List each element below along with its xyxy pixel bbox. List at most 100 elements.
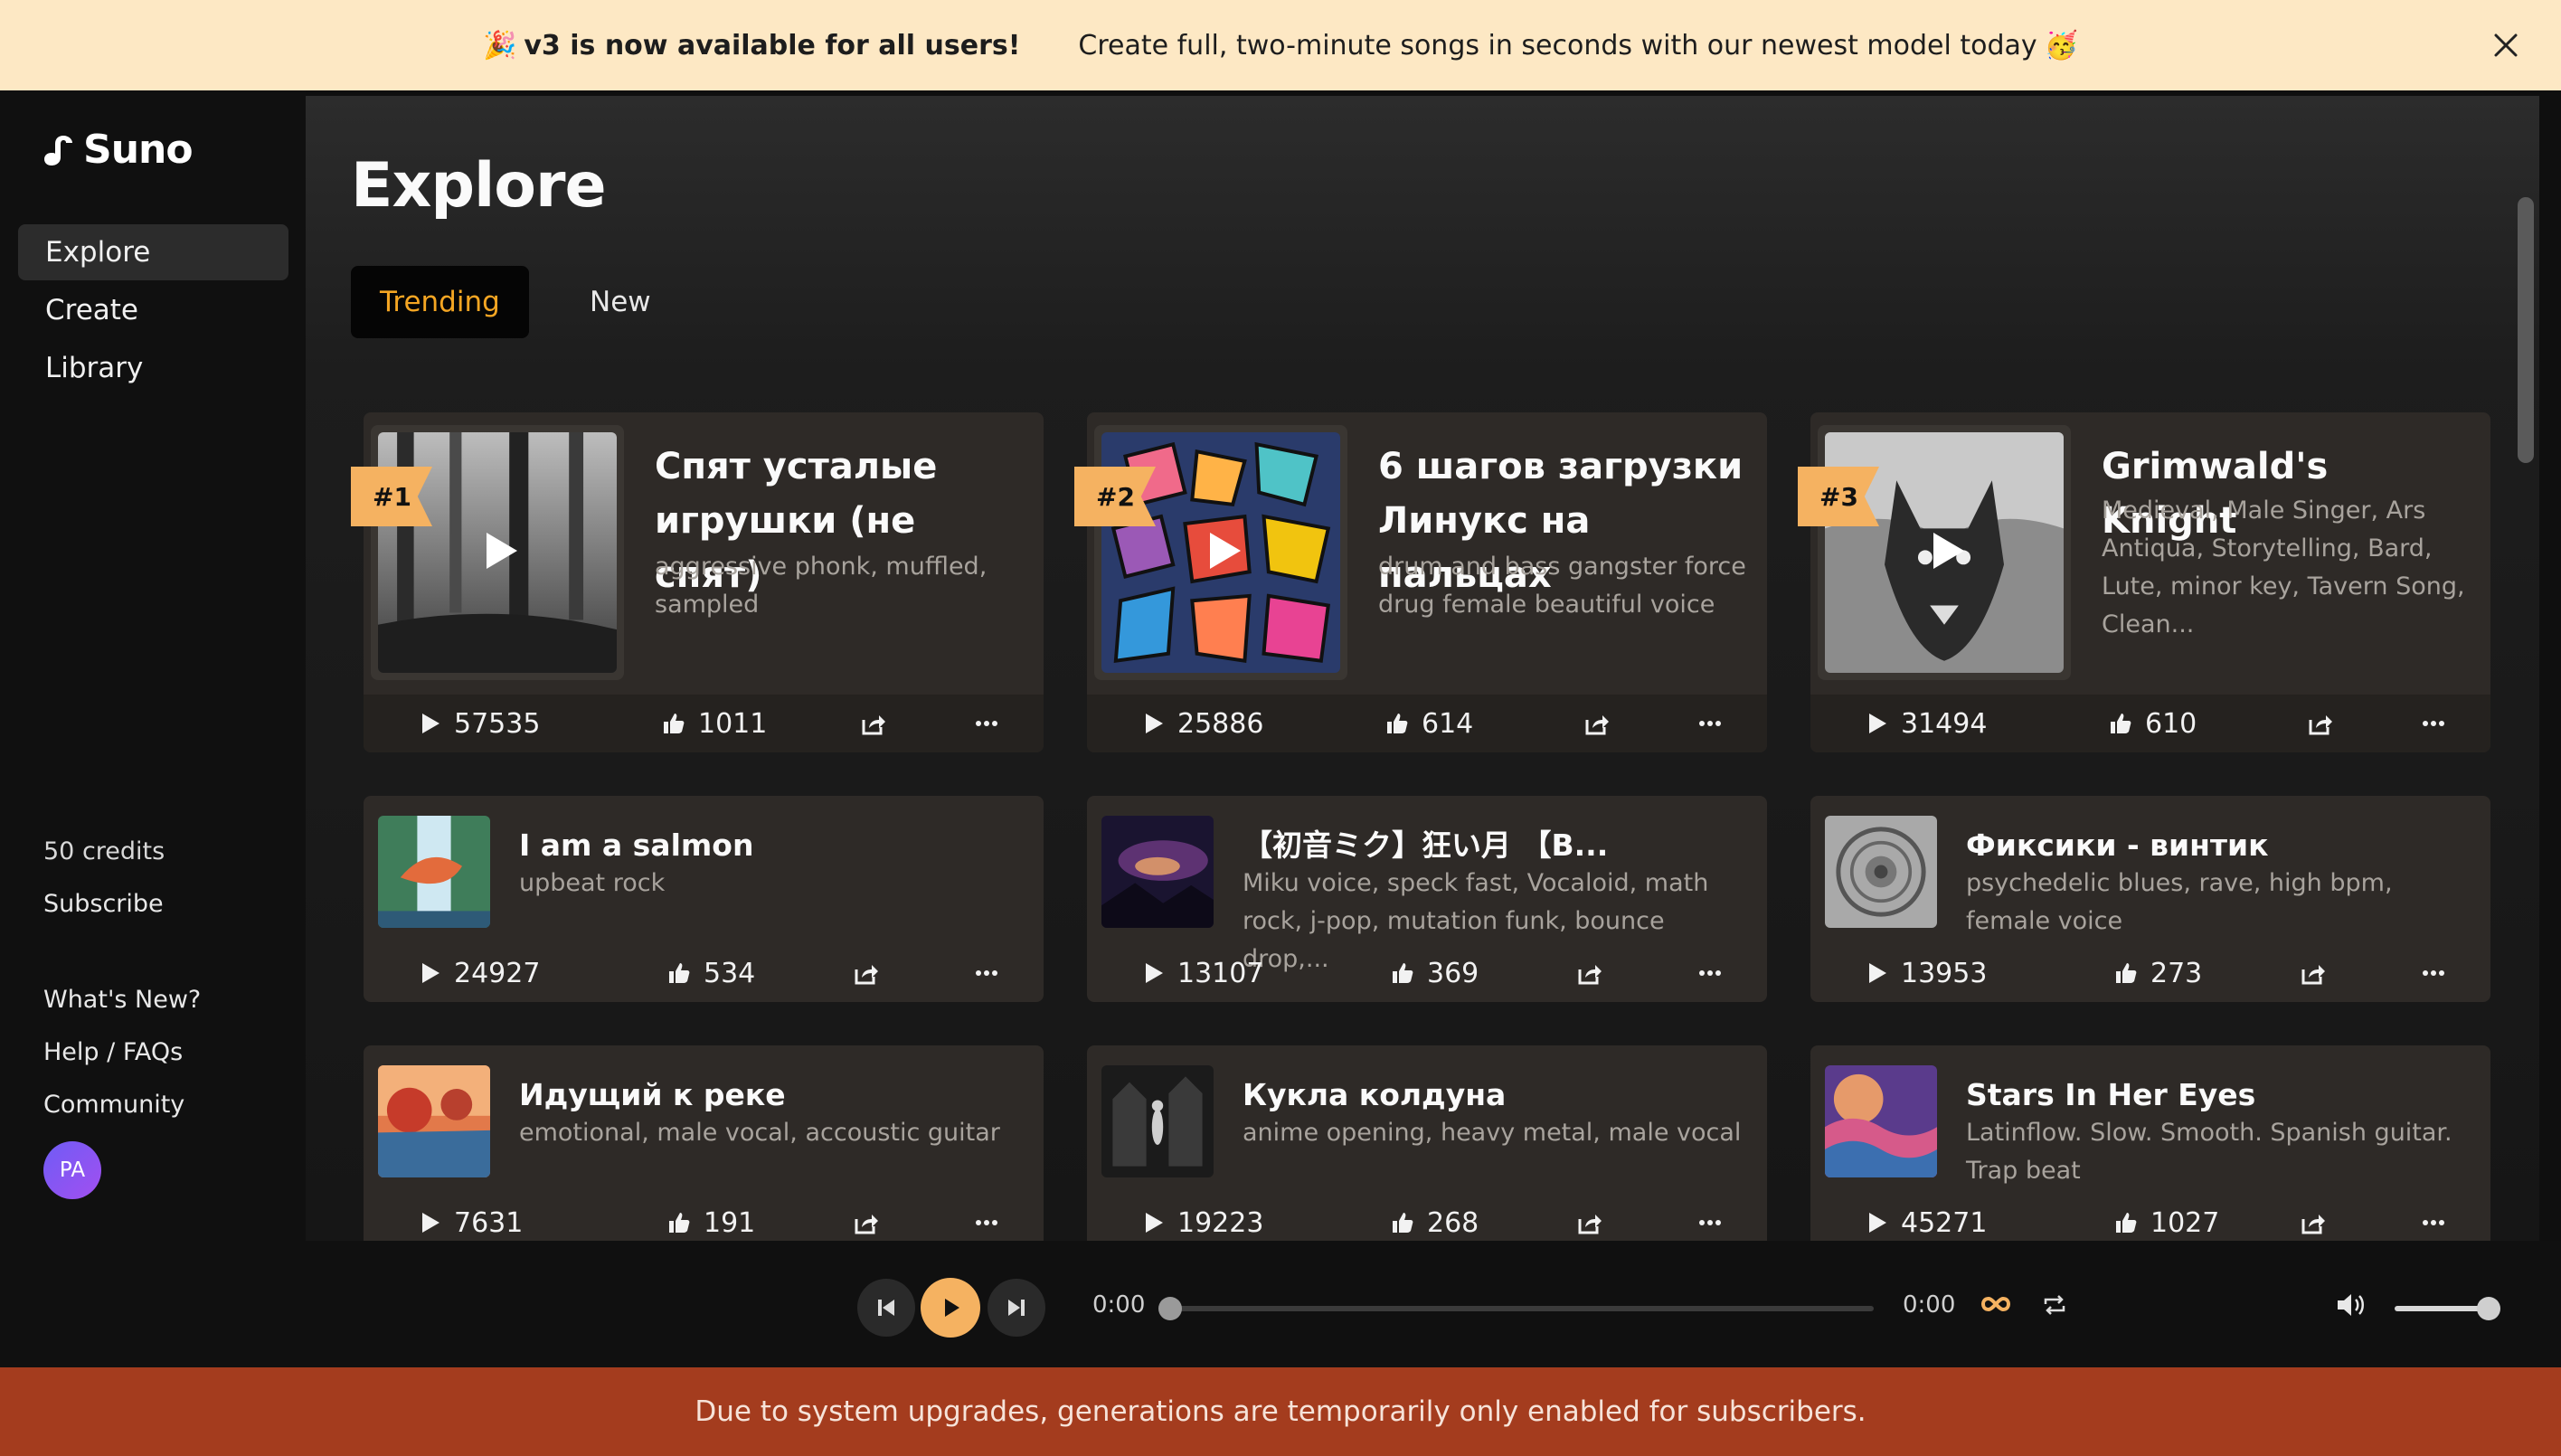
featured-song-card[interactable]: #2 6 шагов загрузки Линукс на пальцах drum… xyxy=(1074,412,1767,752)
volume-knob[interactable] xyxy=(2477,1297,2500,1320)
share-button[interactable] xyxy=(1577,961,1615,985)
subscribe-link[interactable]: Subscribe xyxy=(43,890,164,918)
party-emoji: 🎉 xyxy=(483,29,517,61)
more-options-button[interactable] xyxy=(2422,969,2458,977)
sidebar-item-explore[interactable]: Explore xyxy=(18,224,288,280)
close-announcement-button[interactable] xyxy=(2483,23,2528,68)
sidebar-item-library[interactable]: Library xyxy=(18,340,288,396)
play-count[interactable]: 13953 xyxy=(1866,958,1987,989)
play-overlay-button[interactable] xyxy=(1930,531,1966,574)
sky-art[interactable] xyxy=(1825,1065,1937,1177)
like-button[interactable]: 1011 xyxy=(662,708,767,740)
loop-infinite-button[interactable] xyxy=(1980,1293,2011,1319)
credits-count: 50 credits xyxy=(43,837,165,865)
play-count-icon xyxy=(1869,1213,1886,1233)
salmon-art[interactable] xyxy=(378,816,490,928)
play-count-value: 13953 xyxy=(1901,957,1988,989)
play-count[interactable]: 19223 xyxy=(1143,1207,1263,1239)
song-title[interactable]: Кукла колдуна xyxy=(1243,1074,1749,1116)
more-options-button[interactable] xyxy=(2422,720,2458,727)
featured-song-card[interactable]: #1 Спят усталые игрушки (не спят) aggressi… xyxy=(351,412,1044,752)
share-button[interactable] xyxy=(1577,1211,1615,1234)
song-card[interactable]: Кукла колдуна anime opening, heavy metal,… xyxy=(1087,1045,1767,1241)
dark-art[interactable] xyxy=(1101,1065,1214,1177)
more-options-button[interactable] xyxy=(975,969,1011,977)
like-button[interactable]: 268 xyxy=(1391,1207,1479,1239)
more-options-button[interactable] xyxy=(1698,969,1734,977)
song-title[interactable]: 【初音ミク】狂い月 【B... xyxy=(1243,825,1749,866)
more-options-button[interactable] xyxy=(1698,1219,1734,1226)
play-count[interactable]: 57535 xyxy=(420,708,540,740)
scrollbar[interactable] xyxy=(2518,197,2534,463)
like-button[interactable]: 614 xyxy=(1385,708,1473,740)
mandala-art[interactable] xyxy=(1825,816,1937,928)
song-tags: aggressive phonk, muffled, sampled xyxy=(655,553,988,619)
song-stats-row: 31494 610 xyxy=(1810,695,2490,752)
help-faqs-link[interactable]: Help / FAQs xyxy=(43,1038,183,1066)
like-count-value: 534 xyxy=(704,957,756,989)
community-link[interactable]: Community xyxy=(43,1091,184,1119)
suno-logo[interactable]: Suno xyxy=(42,127,194,173)
whats-new-link[interactable]: What's New? xyxy=(43,986,201,1014)
like-button[interactable]: 610 xyxy=(2109,708,2197,740)
song-tags: drum and bass gangster force drug female… xyxy=(1378,553,1746,619)
share-button[interactable] xyxy=(2308,712,2346,735)
play-overlay-button[interactable] xyxy=(1206,531,1243,574)
play-count[interactable]: 25886 xyxy=(1143,708,1263,740)
galaxy-art[interactable] xyxy=(1101,816,1214,928)
play-button[interactable] xyxy=(921,1278,980,1338)
next-button[interactable] xyxy=(988,1279,1045,1337)
featured-song-card[interactable]: #3 Grimwald's Knight Medieval, Male Singer… xyxy=(1798,412,2490,752)
share-button[interactable] xyxy=(2301,1211,2339,1234)
like-button[interactable]: 369 xyxy=(1391,958,1479,989)
volume-slider[interactable] xyxy=(2395,1297,2500,1320)
song-card[interactable]: Идущий к реке emotional, male vocal, acco… xyxy=(364,1045,1044,1241)
play-count[interactable]: 31494 xyxy=(1866,708,1987,740)
song-title[interactable]: Идущий к реке xyxy=(519,1074,1025,1116)
song-title[interactable]: I am a salmon xyxy=(519,825,1025,866)
share-button[interactable] xyxy=(1584,712,1622,735)
progress-track[interactable] xyxy=(1158,1297,1874,1320)
like-button[interactable]: 191 xyxy=(667,1207,755,1239)
like-button[interactable]: 534 xyxy=(667,958,755,989)
play-count[interactable]: 45271 xyxy=(1866,1207,1987,1239)
progress-knob[interactable] xyxy=(1158,1297,1182,1320)
play-count[interactable]: 7631 xyxy=(420,1207,523,1239)
more-options-button[interactable] xyxy=(975,1219,1011,1226)
play-overlay-button[interactable] xyxy=(483,531,519,574)
suno-logo-icon xyxy=(44,135,72,165)
song-title[interactable]: Фиксики - винтик xyxy=(1966,825,2472,866)
like-button[interactable]: 273 xyxy=(2114,958,2202,989)
play-icon xyxy=(945,1299,959,1317)
share-icon xyxy=(1578,1215,1602,1234)
previous-button[interactable] xyxy=(857,1279,915,1337)
system-notice: Due to system upgrades, generations are … xyxy=(0,1367,2561,1456)
play-count[interactable]: 13107 xyxy=(1143,958,1263,989)
like-button[interactable]: 1027 xyxy=(2114,1207,2219,1239)
logo-text: Suno xyxy=(83,127,194,173)
sidebar-item-create[interactable]: Create xyxy=(18,282,288,338)
repeat-button[interactable] xyxy=(2042,1293,2067,1320)
more-options-button[interactable] xyxy=(975,720,1011,727)
more-options-button[interactable] xyxy=(2422,1219,2458,1226)
song-title[interactable]: Stars In Her Eyes xyxy=(1966,1074,2472,1116)
more-options-button[interactable] xyxy=(1698,720,1734,727)
play-count-value: 24927 xyxy=(454,957,541,989)
share-icon xyxy=(2301,1215,2325,1234)
volume-button[interactable] xyxy=(2335,1291,2367,1322)
like-count-value: 1011 xyxy=(698,707,768,740)
share-button[interactable] xyxy=(2301,961,2339,985)
share-button[interactable] xyxy=(854,961,892,985)
tab-new[interactable]: New xyxy=(561,266,680,338)
share-button[interactable] xyxy=(854,1211,892,1234)
skip-forward-icon xyxy=(1008,1300,1025,1316)
play-count[interactable]: 24927 xyxy=(420,958,540,989)
tab-trending[interactable]: Trending xyxy=(351,266,529,338)
share-button[interactable] xyxy=(861,712,899,735)
avatar[interactable]: PA xyxy=(43,1141,101,1199)
river-art[interactable] xyxy=(378,1065,490,1177)
song-card[interactable]: Фиксики - винтик psychedelic blues, rave,… xyxy=(1810,796,2490,1002)
song-card[interactable]: 【初音ミク】狂い月 【B... Miku voice, speck fast, V… xyxy=(1087,796,1767,1002)
song-card[interactable]: Stars In Her Eyes Latinflow. Slow. Smooth… xyxy=(1810,1045,2490,1241)
song-card[interactable]: I am a salmon upbeat rock 24927 534 xyxy=(364,796,1044,1002)
